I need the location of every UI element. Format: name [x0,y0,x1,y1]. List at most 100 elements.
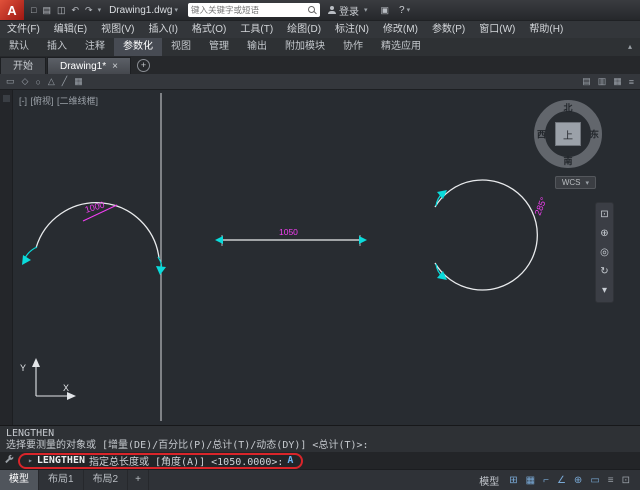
menu-item-modify[interactable]: 修改(M) [376,21,425,39]
save-icon[interactable]: ◫ [57,5,66,16]
menu-item-file[interactable]: 文件(F) [0,21,47,39]
layout2-tab[interactable]: 布局2 [84,470,129,490]
viewcube-east[interactable]: 东 [590,128,599,141]
command-input-highlight[interactable]: ▸ LENGTHEN 指定总长度或 [角度(A)] <1050.0000>: A [18,453,303,469]
model-space-toggle[interactable]: 模型 [479,473,499,488]
line-tool-icon[interactable]: ╱ [62,76,67,87]
search-input[interactable] [191,5,308,15]
arc-length-dim-left[interactable]: 1000 [84,199,106,214]
grid-icon[interactable]: ⊞ [509,475,517,486]
viewcube-top-face[interactable]: 上 [555,122,581,146]
drawing-area[interactable]: 1000 1050 285° Y X [-] [俯视] [0,90,640,425]
command-window[interactable]: LENGTHEN 选择要测量的对象或 [增量(DE)/百分比(P)/总计(T)/… [0,425,640,469]
tab-insert[interactable]: 插入 [38,38,76,56]
arrowhead-icon [156,266,166,275]
menu-item-draw[interactable]: 绘图(D) [280,21,328,39]
menu-item-dimension[interactable]: 标注(N) [328,21,376,39]
navbar-more-icon[interactable]: ▾ [602,281,607,300]
viewcube-west[interactable]: 西 [537,128,546,141]
help-button[interactable]: ? ▾ [399,5,410,16]
search-icon[interactable] [308,6,317,15]
viewport-label: [-] [俯视] [二维线框] [19,94,99,107]
menu-item-edit[interactable]: 编辑(E) [47,21,94,39]
sign-in-button[interactable]: 登录 ▾ [328,3,368,18]
customize-wrench-icon[interactable] [4,454,14,467]
circle-tool-icon[interactable]: ○ [35,77,40,87]
polar-tracking-icon[interactable]: ∠ [557,475,566,486]
command-input-row[interactable]: ▸ LENGTHEN 指定总长度或 [角度(A)] <1050.0000>: A [0,452,640,469]
diamond-tool-icon[interactable]: ◇ [22,76,29,87]
arc-angle-dim-right[interactable]: 285° [533,195,549,216]
menu-item-parametric[interactable]: 参数(P) [425,21,472,39]
menu-item-tools[interactable]: 工具(T) [233,21,280,39]
help-label: ? [399,5,405,16]
tab-output[interactable]: 输出 [238,38,276,56]
viewcube[interactable]: 北 南 西 东 上 [530,96,606,172]
menu-item-window[interactable]: 窗口(W) [472,21,522,39]
wcs-button[interactable]: WCS ▾ [555,176,596,189]
tab-featured-apps[interactable]: 精选应用 [372,38,430,56]
utilities-panel-icon[interactable]: ≡ [629,77,634,87]
properties-panel-icon[interactable]: ▥ [598,76,607,87]
file-tab-bar: 开始 Drawing1* × + [0,56,640,74]
arc-right[interactable] [435,180,537,290]
osnap-icon[interactable]: ⊕ [574,475,582,486]
tab-collaborate[interactable]: 协作 [334,38,372,56]
menu-item-help[interactable]: 帮助(H) [522,21,570,39]
steering-wheel-icon[interactable]: ◎ [600,243,609,262]
command-prompt-text: 指定总长度或 [角度(A)] <1050.0000>: [89,453,283,468]
tab-parametric[interactable]: 参数化 [114,38,162,56]
viewcube-south[interactable]: 南 [563,154,572,167]
app-store-icon[interactable]: ▣ [380,5,389,16]
tab-annotate[interactable]: 注释 [76,38,114,56]
wcs-label: WCS [562,178,581,187]
menu-item-insert[interactable]: 插入(I) [141,21,184,39]
start-tab[interactable]: 开始 [0,57,46,74]
autocad-logo[interactable]: A [0,0,24,20]
new-file-icon[interactable]: □ [31,5,36,15]
ribbon-spacer [430,38,620,56]
ribbon-minimize-icon[interactable]: ▴ [620,38,640,56]
tab-home[interactable]: 默认 [0,38,38,56]
arrowhead-icon [32,358,40,367]
orbit-icon[interactable]: ↻ [600,262,608,281]
viewport-visual-style[interactable]: [二维线框] [57,96,98,106]
undo-icon[interactable]: ↶ [71,5,79,16]
viewport-controls[interactable]: [-] [19,96,27,106]
triangle-tool-icon[interactable]: △ [48,76,55,87]
tab-addins[interactable]: 附加模块 [276,38,334,56]
layout1-tab[interactable]: 布局1 [39,470,84,490]
clean-screen-icon[interactable]: ⊡ [622,475,630,486]
drawing-tab-label: Drawing1* [60,58,106,75]
hatch-tool-icon[interactable]: ▦ [74,76,83,87]
new-tab-button[interactable]: + [137,59,150,72]
ortho-icon[interactable]: ⌐ [543,475,549,486]
viewcube-north[interactable]: 北 [563,101,572,114]
menu-item-view[interactable]: 视图(V) [94,21,141,39]
lineweight-icon[interactable]: ▭ [590,475,599,486]
tab-view[interactable]: 视图 [162,38,200,56]
layers-panel-icon[interactable]: ▤ [582,76,591,87]
customize-menu-icon[interactable]: ≡ [608,475,614,486]
line-length-dim[interactable]: 1050 [279,227,298,237]
qat-dropdown-icon[interactable]: ▾ [98,6,102,14]
new-layout-button[interactable]: + [128,470,149,490]
snap-icon[interactable]: ▦ [526,475,535,486]
viewport-view-name[interactable]: [俯视] [31,96,54,106]
zoom-icon[interactable]: ⊕ [600,224,608,243]
document-title[interactable]: Drawing1.dwg ▾ [109,5,178,16]
rect-tool-icon[interactable]: ▭ [6,76,15,87]
drawing-tab[interactable]: Drawing1* × [47,57,131,74]
redo-icon[interactable]: ↷ [85,5,93,16]
navigation-bar: ⊡ ⊕ ◎ ↻ ▾ [595,202,614,303]
close-icon[interactable]: × [112,58,118,75]
tab-manage[interactable]: 管理 [200,38,238,56]
model-tab[interactable]: 模型 [0,470,39,490]
ucs-y-label: Y [20,363,26,373]
menu-item-format[interactable]: 格式(O) [185,21,233,39]
open-file-icon[interactable]: ▤ [42,5,51,16]
chevron-down-icon: ▾ [364,6,368,14]
pan-icon[interactable]: ⊡ [600,205,608,224]
groups-panel-icon[interactable]: ▦ [613,76,622,87]
autocad-window: A □ ▤ ◫ ↶ ↷ ▾ Drawing1.dwg ▾ 登录 ▾ ▣ ? ▾ [0,0,640,490]
